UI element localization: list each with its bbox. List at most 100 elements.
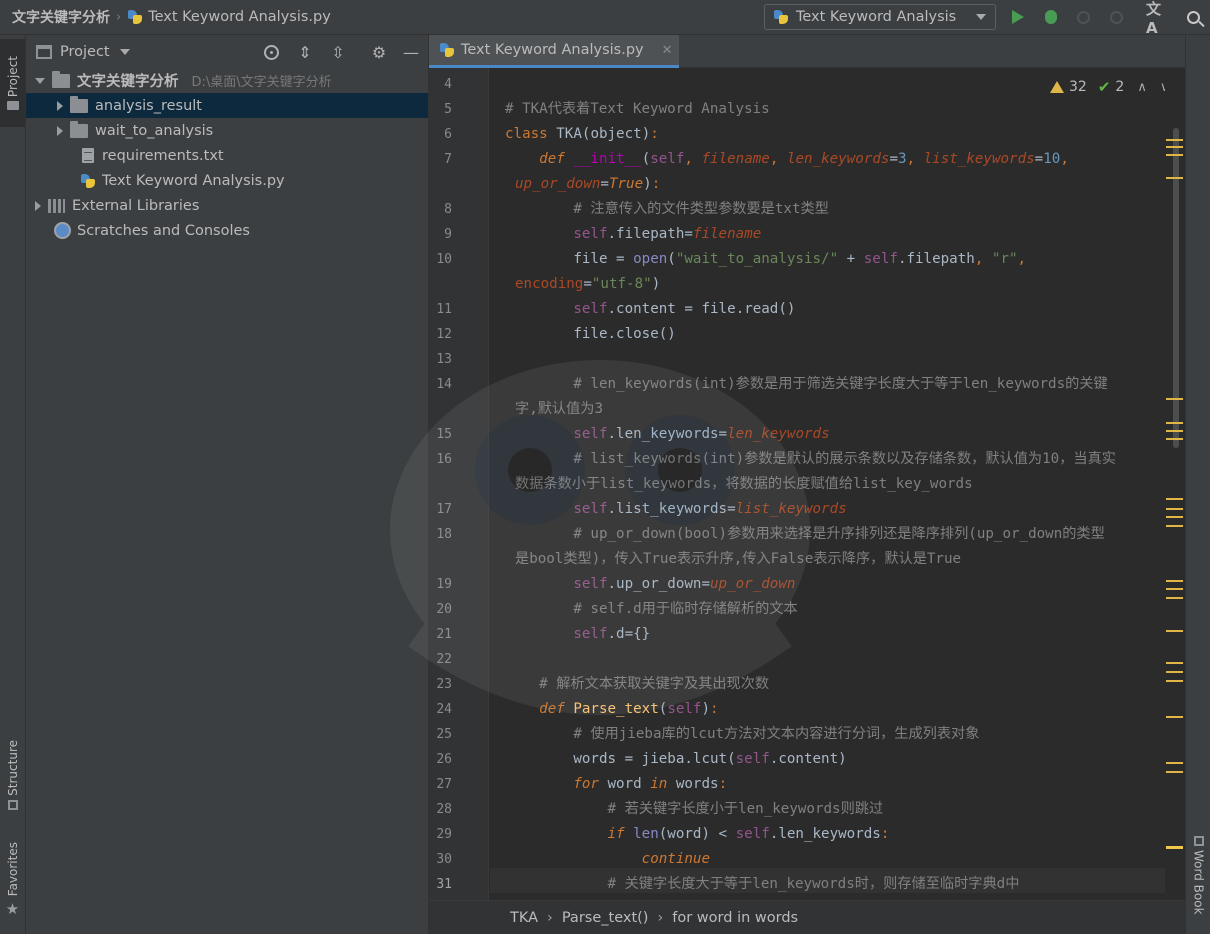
favorites-tool-tab[interactable]: Favorites ★ [0,835,25,925]
star-icon: ★ [5,900,20,919]
tree-item-external-libraries[interactable]: External Libraries [26,193,428,218]
breadcrumb-method[interactable]: Parse_text() [562,910,649,926]
hide-panel-button[interactable]: — [402,44,420,62]
warning-marker[interactable] [1166,154,1183,156]
warning-marker[interactable] [1166,716,1183,718]
warning-marker[interactable] [1166,662,1183,664]
text-file-icon [82,148,94,163]
right-tool-strip: Word Book [1185,35,1210,934]
settings-button[interactable]: ⚙ [370,44,388,62]
line-number: 5 [444,102,452,117]
breadcrumb-separator: › [547,909,553,926]
warning-icon [1050,81,1064,93]
line-number: 24 [436,702,452,717]
line-number: 19 [436,577,452,592]
run-button[interactable] [1008,7,1028,27]
warning-marker[interactable] [1166,508,1183,510]
warning-marker[interactable] [1166,771,1183,773]
word-book-tool-tab[interactable]: Word Book [1186,825,1210,925]
chevron-down-icon[interactable] [119,48,130,55]
warning-marker[interactable] [1166,762,1183,764]
tree-item-analysis-result[interactable]: analysis_result [26,93,428,118]
chevron-up-icon[interactable]: ∧ [1137,80,1147,95]
line-number: 15 [436,427,452,442]
scratches-icon [54,222,71,239]
line-number: 28 [436,802,452,817]
warning-marker[interactable] [1166,146,1183,148]
tree-item-project-root[interactable]: 文字关键字分析 D:\桌面\文字关键字分析 [26,68,428,93]
stop-icon [1109,10,1123,24]
libraries-icon [48,198,65,213]
warning-marker[interactable] [1166,630,1183,632]
tree-item-scratches[interactable]: Scratches and Consoles [26,218,428,243]
code-editor[interactable]: # TKA代表着Text Keyword Analysis class TKA(… [490,68,1165,900]
tree-item-label: analysis_result [95,97,202,114]
code-line-20: # self.d用于临时存储解析的文本 [573,601,798,617]
code-line-30: continue [641,851,711,867]
project-panel: Project ⇕ ⇳ ⚙ — 文字关键字分析 D:\桌面\文字关键字分析 an… [26,35,429,934]
warnings-count: 32 [1069,79,1087,95]
line-number: 8 [444,202,452,217]
chevron-down-icon[interactable] [35,77,45,84]
warning-marker[interactable] [1166,438,1183,440]
line-number: 26 [436,752,452,767]
coverage-button[interactable] [1073,7,1093,27]
line-number: 27 [436,777,452,792]
breadcrumb-separator: › [657,909,664,926]
warning-marker[interactable] [1166,498,1183,500]
project-view-selector[interactable]: Project [60,44,110,60]
code-line-31: # 关键字长度大于等于len_keywords时，则存储至临时字典d中 [607,876,1020,892]
close-icon[interactable]: ✕ [662,43,673,58]
warning-marker[interactable] [1166,139,1183,141]
warning-marker[interactable] [1166,398,1183,400]
left-tool-strip: Project Structure Favorites ★ [0,35,26,934]
chevron-right-icon[interactable] [57,125,63,136]
editor-scrollbar[interactable] [1165,68,1185,900]
collapse-all-button[interactable]: ⇳ [329,44,347,62]
warning-marker[interactable] [1166,846,1183,849]
warning-marker[interactable] [1166,580,1183,582]
warning-marker[interactable] [1166,525,1183,527]
scrollbar-thumb[interactable] [1173,128,1179,448]
chevron-right-icon[interactable] [35,200,41,211]
editor-gutter[interactable]: 4 5 6 7 8 9 10 11 12 13 14 15 16 17 18 1… [429,68,528,900]
search-everywhere-button[interactable] [1183,7,1203,27]
structure-tool-tab[interactable]: Structure [0,727,25,823]
warning-marker[interactable] [1166,516,1183,518]
tree-item-wait-to-analysis[interactable]: wait_to_analysis [26,118,428,143]
book-icon [1193,835,1204,846]
warning-marker[interactable] [1166,430,1183,432]
inspection-widget[interactable]: 32 ✔ 2 ∧ ∨ [1050,77,1169,97]
tree-item-main-script[interactable]: Text Keyword Analysis.py [26,168,428,193]
locate-file-button[interactable] [263,44,281,62]
tree-item-label: wait_to_analysis [95,122,214,139]
warning-marker[interactable] [1166,177,1183,179]
warning-marker[interactable] [1166,680,1183,682]
breadcrumb-class[interactable]: TKA [510,910,538,926]
navbar-project-name[interactable]: 文字关键字分析 [12,7,110,27]
warning-marker[interactable] [1166,671,1183,673]
navbar-separator: › [116,9,122,25]
expand-all-button[interactable]: ⇕ [296,44,314,62]
tree-item-label: External Libraries [72,197,200,214]
line-number: 29 [436,827,452,842]
warning-marker[interactable] [1166,597,1183,599]
translate-button[interactable]: 文A [1146,0,1166,37]
code-line-27: for word in words: [573,776,728,792]
code-line-25: # 使用jieba库的lcut方法对文本内容进行分词，生成列表对象 [573,726,980,742]
tree-item-requirements[interactable]: requirements.txt [26,143,428,168]
word-book-tab-label: Word Book [1191,849,1206,915]
bug-icon [1045,10,1057,24]
navbar-file-name: Text Keyword Analysis.py [148,9,331,25]
warning-marker[interactable] [1166,422,1183,424]
editor-tab-active[interactable]: Text Keyword Analysis.py ✕ [429,35,679,68]
chevron-right-icon[interactable] [57,100,63,111]
warning-marker[interactable] [1166,588,1183,590]
stop-button[interactable] [1106,7,1126,27]
navbar-file[interactable]: Text Keyword Analysis.py [127,9,331,25]
breadcrumb-loop[interactable]: for word in words [672,910,798,926]
project-tool-tab[interactable]: Project [0,39,25,127]
run-configuration-dropdown[interactable]: Text Keyword Analysis [764,4,996,30]
debug-button[interactable] [1041,7,1061,27]
line-number: 22 [436,652,452,667]
